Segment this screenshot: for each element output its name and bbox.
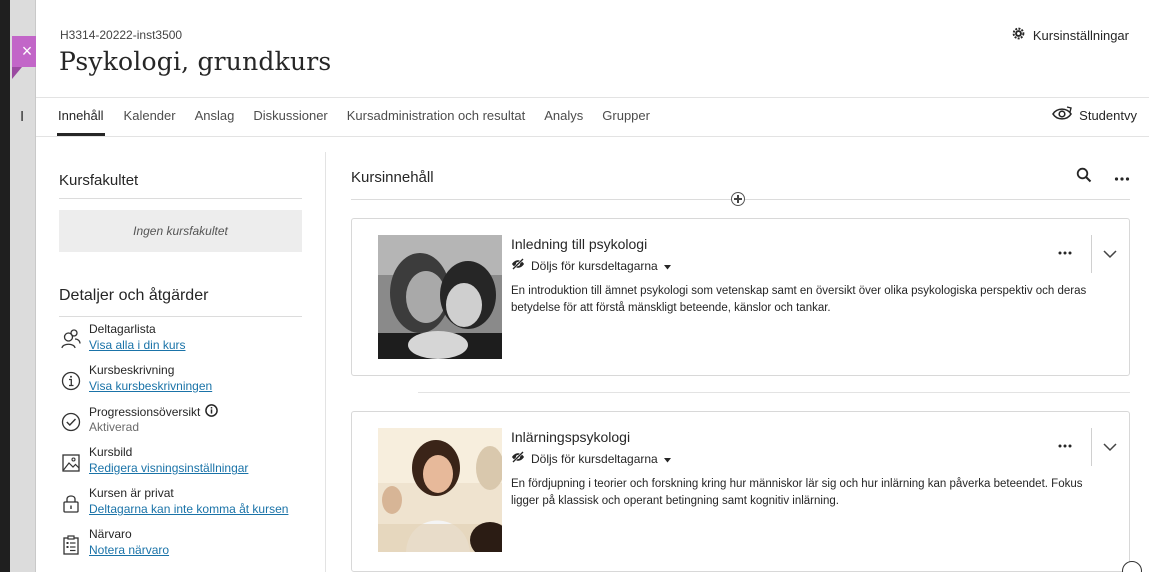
- people-icon: [61, 328, 81, 350]
- info-icon: [61, 369, 81, 391]
- sidebar: Kursfakultet Ingen kursfakultet Detaljer…: [59, 138, 302, 572]
- more-options-icon[interactable]: [1114, 169, 1130, 187]
- course-nav: Innehåll Kalender Anslag Diskussioner Ku…: [36, 97, 1149, 137]
- background-letter: I: [20, 108, 25, 125]
- divider: [59, 316, 302, 317]
- detail-privat: Kursen är privat Deltagarna kan inte kom…: [59, 486, 302, 527]
- tab-innehall[interactable]: Innehåll: [57, 98, 105, 136]
- tab-list: Innehåll Kalender Anslag Diskussioner Ku…: [57, 98, 669, 136]
- page-title: Psykologi, grundkurs: [59, 47, 332, 76]
- course-settings-label: Kursinställningar: [1032, 27, 1129, 43]
- chevron-down-icon[interactable]: [1103, 246, 1117, 264]
- detail-label: Kursbeskrivning: [89, 363, 175, 377]
- content-title[interactable]: Inledning till psykologi: [511, 236, 647, 252]
- detail-deltagarlista: Deltagarlista Visa alla i din kurs: [59, 322, 302, 363]
- student-view-button[interactable]: Studentvy: [1051, 106, 1137, 125]
- add-content-button[interactable]: [731, 192, 745, 206]
- view-all-participants-link[interactable]: Visa alla i din kurs: [89, 338, 186, 352]
- visibility-dropdown[interactable]: Döljs för kursdeltagarna: [511, 258, 671, 273]
- tab-anslag[interactable]: Anslag: [195, 98, 235, 136]
- content-actions: [1076, 167, 1130, 188]
- eye-slash-icon: [511, 258, 525, 273]
- divider: [418, 392, 1130, 393]
- info-filled-icon[interactable]: [205, 404, 219, 420]
- detail-kursbeskrivning: Kursbeskrivning Visa kursbeskrivningen: [59, 363, 302, 404]
- divider: [1091, 235, 1092, 273]
- detail-label: Deltagarlista: [89, 322, 156, 336]
- eye-slash-icon: [511, 451, 525, 466]
- image-icon: [61, 451, 81, 473]
- content-thumbnail: [378, 235, 502, 359]
- check-circle-icon: [61, 410, 81, 432]
- course-access-link[interactable]: Deltagarna kan inte komma åt kursen: [89, 502, 288, 516]
- visibility-dropdown[interactable]: Döljs för kursdeltagarna: [511, 451, 671, 466]
- student-view-icon: [1051, 106, 1073, 125]
- caret-down-icon: [663, 259, 671, 273]
- detail-label: Kursen är privat: [89, 486, 174, 500]
- detail-label: Kursbild: [89, 445, 133, 459]
- course-content: Kursinnehåll Inledning till psykologi Dö…: [351, 138, 1130, 572]
- detail-narvaro: Närvaro Notera närvaro: [59, 527, 302, 568]
- student-view-label: Studentvy: [1079, 108, 1137, 123]
- edit-display-settings-link[interactable]: Redigera visningsinställningar: [89, 461, 248, 475]
- content-thumbnail: [378, 428, 502, 552]
- divider: [59, 198, 302, 199]
- chevron-down-icon[interactable]: [1103, 439, 1117, 457]
- content-description: En introduktion till ämnet psykologi som…: [511, 285, 1087, 314]
- content-title[interactable]: Inlärningspsykologi: [511, 429, 630, 445]
- view-description-link[interactable]: Visa kursbeskrivningen: [89, 379, 212, 393]
- course-panel: H3314-20222-inst3500 Psykologi, grundkur…: [36, 0, 1149, 572]
- content-item[interactable]: Inlärningspsykologi Döljs för kursdeltag…: [351, 411, 1130, 572]
- close-tab-fold: [12, 67, 22, 79]
- tab-diskussioner[interactable]: Diskussioner: [253, 98, 327, 136]
- tab-kalender[interactable]: Kalender: [124, 98, 176, 136]
- course-id: H3314-20222-inst3500: [60, 28, 183, 42]
- details-heading: Detaljer och åtgärder: [59, 287, 209, 304]
- caret-down-icon: [663, 452, 671, 466]
- more-options-icon[interactable]: [1058, 436, 1072, 454]
- search-icon[interactable]: [1076, 167, 1092, 188]
- detail-kursbild: Kursbild Redigera visningsinställningar: [59, 445, 302, 486]
- no-faculty-box: Ingen kursfakultet: [59, 210, 302, 252]
- detail-progressionsoversikt: Progressionsöversikt Aktiverad: [59, 404, 302, 445]
- content-heading: Kursinnehåll: [351, 169, 434, 186]
- divider: [1091, 428, 1092, 466]
- visibility-label: Döljs för kursdeltagarna: [531, 258, 658, 273]
- gear-icon: [1012, 27, 1025, 43]
- more-options-icon[interactable]: [1058, 243, 1072, 261]
- background-page: I: [10, 0, 36, 572]
- content-item[interactable]: Inledning till psykologi Döljs för kursd…: [351, 218, 1130, 376]
- content-description: En fördjupning i teorier och forskning k…: [511, 478, 1083, 507]
- tab-kursadministration[interactable]: Kursadministration och resultat: [347, 98, 525, 136]
- details-list: Deltagarlista Visa alla i din kurs Kursb…: [59, 322, 302, 568]
- progress-status: Aktiverad: [89, 420, 140, 434]
- tab-grupper[interactable]: Grupper: [602, 98, 650, 136]
- detail-label: Närvaro: [89, 527, 132, 541]
- window-edge: [0, 0, 10, 572]
- attendance-icon: [61, 533, 81, 555]
- visibility-label: Döljs för kursdeltagarna: [531, 451, 658, 466]
- lock-icon: [61, 492, 81, 514]
- detail-label: Progressionsöversikt: [89, 405, 201, 419]
- column-divider: [325, 152, 326, 572]
- course-header: H3314-20222-inst3500 Psykologi, grundkur…: [36, 0, 1149, 98]
- tab-analys[interactable]: Analys: [544, 98, 583, 136]
- faculty-heading: Kursfakultet: [59, 172, 139, 189]
- course-settings-button[interactable]: Kursinställningar: [1012, 27, 1129, 43]
- detail-label-row: Progressionsöversikt: [89, 404, 219, 420]
- record-attendance-link[interactable]: Notera närvaro: [89, 543, 169, 557]
